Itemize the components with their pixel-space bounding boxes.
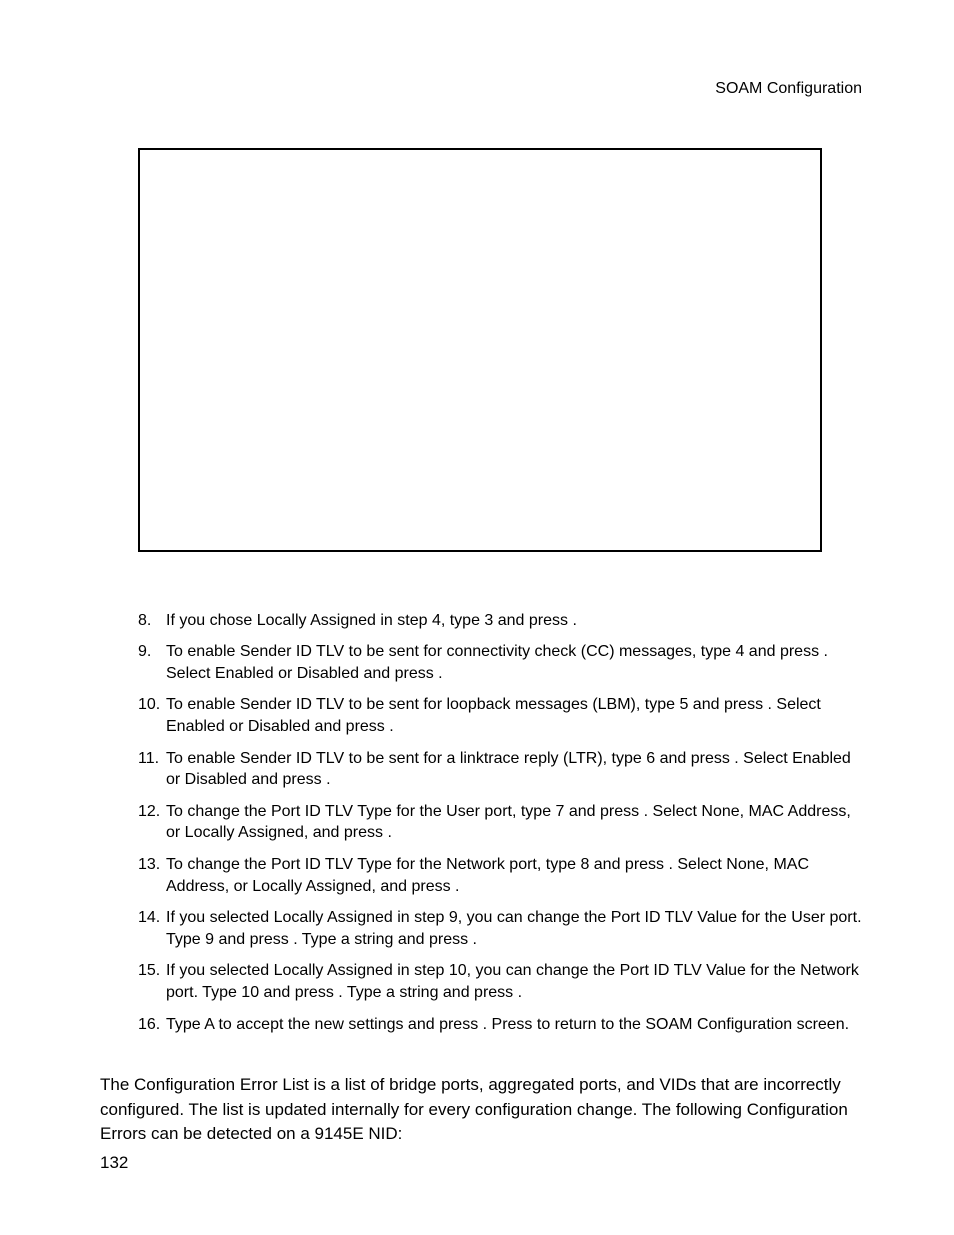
step-number: 15. — [138, 960, 166, 982]
step: 13. To change the Port ID TLV Type for t… — [138, 854, 862, 897]
step: 16. Type A to accept the new settings an… — [138, 1014, 862, 1036]
step: 12. To change the Port ID TLV Type for t… — [138, 801, 862, 844]
page: SOAM Configuration 8. If you chose Local… — [0, 0, 954, 1235]
step-number: 11. — [138, 748, 166, 770]
step-text: To change the Port ID TLV Type for the N… — [166, 854, 862, 897]
step: 9. To enable Sender ID TLV to be sent fo… — [138, 641, 862, 684]
step: 15. If you selected Locally Assigned in … — [138, 960, 862, 1003]
step-number: 12. — [138, 801, 166, 823]
step: 8. If you chose Locally Assigned in step… — [138, 610, 862, 632]
step-number: 16. — [138, 1014, 166, 1036]
step-text: If you selected Locally Assigned in step… — [166, 960, 862, 1003]
step-text: To enable Sender ID TLV to be sent for c… — [166, 641, 862, 684]
step: 14. If you selected Locally Assigned in … — [138, 907, 862, 950]
page-number: 132 — [100, 1152, 128, 1175]
running-header: SOAM Configuration — [100, 78, 862, 100]
step-number: 8. — [138, 610, 166, 632]
procedure-steps: 8. If you chose Locally Assigned in step… — [138, 610, 862, 1036]
step-number: 10. — [138, 694, 166, 716]
body-paragraph: The Configuration Error List is a list o… — [100, 1073, 862, 1147]
figure-placeholder — [138, 148, 822, 552]
step: 10. To enable Sender ID TLV to be sent f… — [138, 694, 862, 737]
step-number: 9. — [138, 641, 166, 663]
step-number: 13. — [138, 854, 166, 876]
step-text: If you selected Locally Assigned in step… — [166, 907, 862, 950]
step-number: 14. — [138, 907, 166, 929]
step: 11. To enable Sender ID TLV to be sent f… — [138, 748, 862, 791]
step-text: If you chose Locally Assigned in step 4,… — [166, 610, 862, 632]
step-text: Type A to accept the new settings and pr… — [166, 1014, 862, 1036]
step-text: To change the Port ID TLV Type for the U… — [166, 801, 862, 844]
step-text: To enable Sender ID TLV to be sent for l… — [166, 694, 862, 737]
step-text: To enable Sender ID TLV to be sent for a… — [166, 748, 862, 791]
